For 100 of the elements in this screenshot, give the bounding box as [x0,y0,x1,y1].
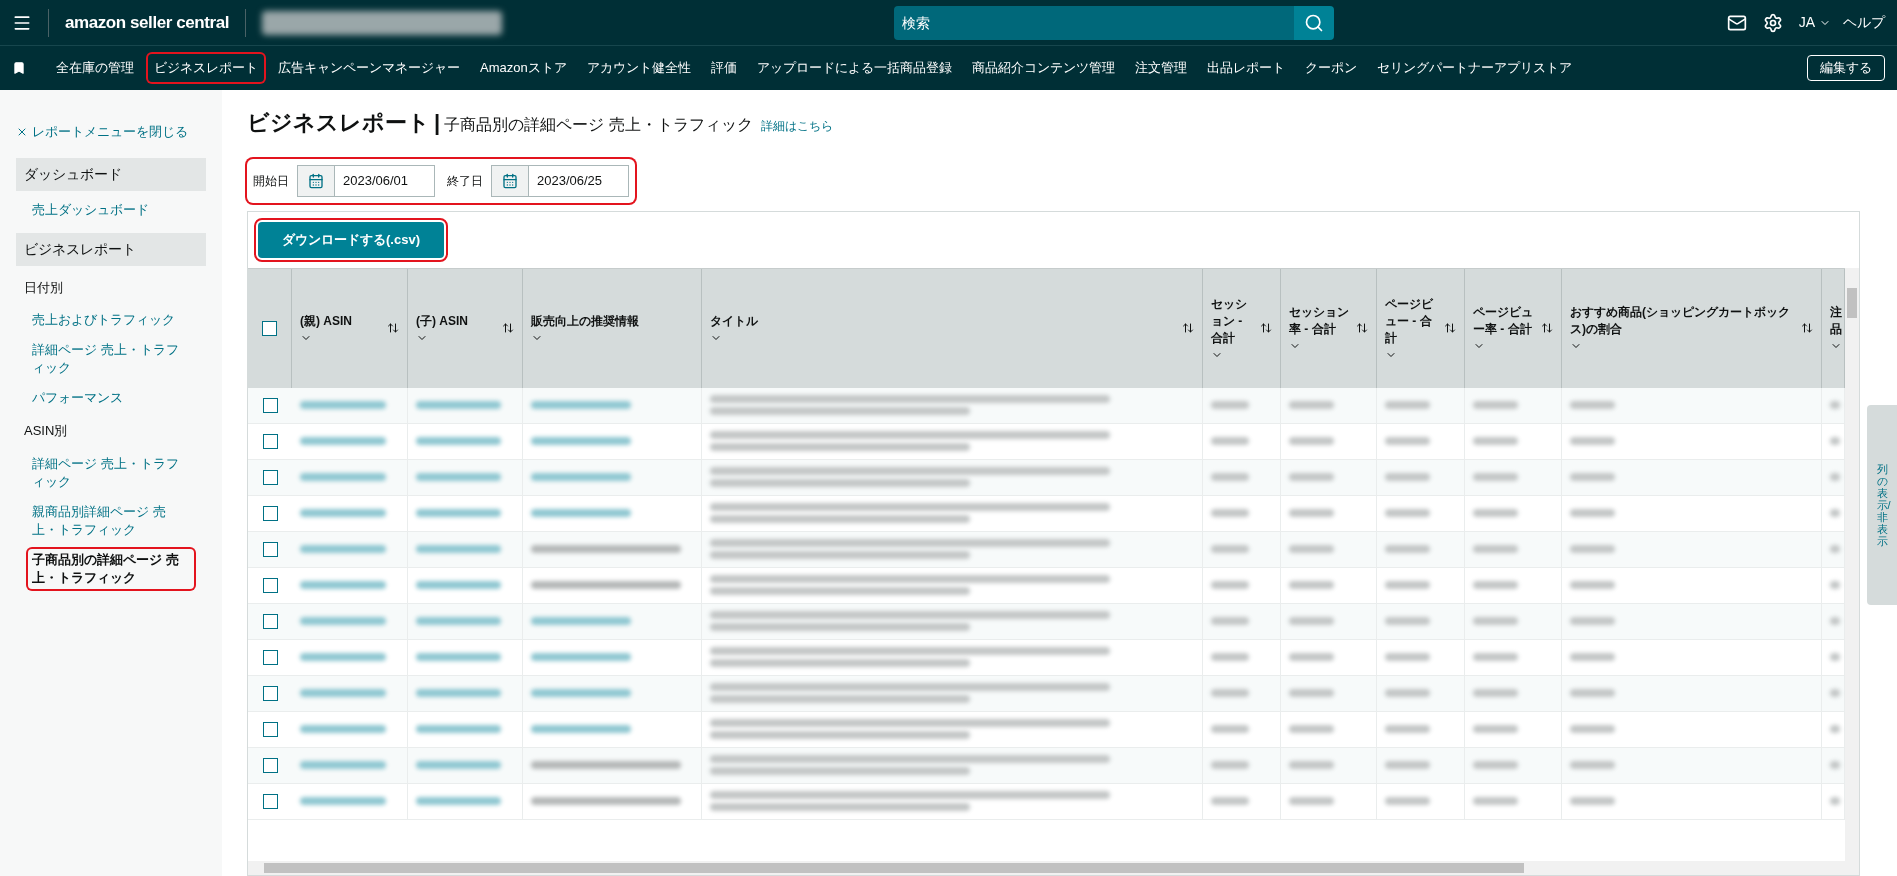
sort-icon[interactable] [387,322,399,334]
sort-icon[interactable] [1801,322,1813,334]
sort-icon[interactable] [1356,322,1368,334]
settings-icon[interactable] [1762,12,1783,33]
help-link[interactable]: ヘルプ [1843,12,1885,33]
title-separator: | [434,109,441,137]
blurred-text [1211,581,1249,589]
blurred-text [1830,401,1840,409]
calendar-button[interactable] [491,165,529,197]
nav-item[interactable]: ビジネスレポート [148,54,264,82]
blurred-text [1289,545,1334,553]
sidebar-group-label: 日付別 [23,278,64,297]
sort-icon[interactable] [1444,322,1456,334]
sidebar-item[interactable]: 子商品別の詳細ページ 売上・トラフィック [28,548,194,589]
sidebar-item[interactable]: パフォーマンス [28,387,194,409]
blurred-text [1570,545,1615,553]
search-button[interactable] [1294,5,1335,40]
horizontal-scrollbar[interactable] [248,861,1859,875]
close-menu-link[interactable]: レポートメニューを閉じる [16,122,206,142]
blurred-text [1830,509,1840,517]
blurred-text [1211,401,1249,409]
blurred-text [1385,653,1430,661]
row-checkbox[interactable] [262,685,278,701]
sort-icon[interactable] [1541,322,1553,334]
nav-item[interactable]: セリングパートナーアプリストア [1370,54,1578,82]
blurred-text [1289,653,1334,661]
calendar-icon [502,173,518,189]
language-selector[interactable]: JA [1798,12,1831,33]
vertical-scrollbar[interactable] [1845,267,1859,861]
column-header[interactable]: (親) ASIN [292,268,408,388]
column-header[interactable]: ページビュー - 合計 [1377,268,1465,388]
blurred-text [1830,725,1840,733]
nav-item[interactable]: クーポン [1298,54,1363,82]
row-checkbox[interactable] [262,649,278,665]
row-checkbox[interactable] [262,613,278,629]
row-checkbox[interactable] [262,793,278,809]
row-checkbox[interactable] [262,577,278,593]
row-checkbox[interactable] [262,397,278,413]
logo[interactable]: amazon seller central [65,9,229,36]
nav-item[interactable]: 注文管理 [1128,54,1193,82]
column-header[interactable]: セッション率 - 合計 [1281,268,1377,388]
row-checkbox[interactable] [262,433,278,449]
search-icon [1304,12,1325,33]
sidebar-item[interactable]: 親商品別詳細ページ 売上・トラフィック [28,500,194,541]
sidebar-item[interactable]: 詳細ページ 売上・トラフィック [28,339,194,379]
column-header[interactable]: 販売向上の推奨情報 [523,268,702,388]
row-checkbox[interactable] [262,541,278,557]
calendar-button[interactable] [297,165,335,197]
end-date-field[interactable]: 2023/06/25 [529,165,629,197]
nav-item[interactable]: 広告キャンペーンマネージャー [272,54,466,82]
nav-item[interactable]: アカウント健全性 [580,54,697,82]
blurred-text [1473,725,1518,733]
column-header[interactable]: ページビュー率 - 合計 [1465,268,1562,388]
details-link[interactable]: 詳細はこちら [760,117,833,135]
search-field[interactable]: 検索 [894,5,1295,40]
column-header[interactable]: セッション - 合計 [1203,268,1281,388]
sort-icon[interactable] [1260,322,1272,334]
blurred-text [1385,617,1430,625]
bookmark-icon[interactable] [12,61,26,75]
nav-item[interactable]: 商品紹介コンテンツ管理 [965,54,1121,82]
blurred-text [1570,725,1615,733]
column-header[interactable]: おすすめ商品(ショッピングカートボックス)の割合 [1562,268,1822,388]
nav-item[interactable]: 全在庫の管理 [50,54,140,82]
start-date-field[interactable]: 2023/06/01 [335,165,435,197]
blurred-text [1473,545,1518,553]
row-checkbox[interactable] [262,757,278,773]
sort-icon[interactable] [1182,322,1194,334]
sidebar-item[interactable]: 売上ダッシュボード [28,198,194,221]
blurred-text [1385,473,1430,481]
blurred-text [1473,617,1518,625]
nav-item[interactable]: アップロードによる一括商品登録 [750,54,958,82]
column-toggle-tab[interactable]: 列の表示/非表示 [1867,405,1897,605]
blurred-text [1473,509,1518,517]
blurred-text [1570,761,1615,769]
row-checkbox[interactable] [262,469,278,485]
edit-button[interactable]: 編集する [1807,55,1885,81]
blurred-text [1289,617,1334,625]
blurred-text [1211,761,1249,769]
column-header[interactable]: タイトル [702,268,1203,388]
end-date-label: 終了日 [447,173,483,190]
blurred-text [1570,437,1615,445]
column-header[interactable]: (子) ASIN [408,268,523,388]
blurred-text [1289,581,1334,589]
blurred-text [1289,437,1334,445]
blurred-text [1211,473,1249,481]
row-checkbox[interactable] [262,505,278,521]
select-all-checkbox[interactable] [262,320,277,336]
sidebar-item[interactable]: 詳細ページ 売上・トラフィック [28,452,194,493]
nav-item[interactable]: 出品レポート [1200,54,1291,82]
blurred-text [1830,689,1840,697]
sidebar-item[interactable]: 売上およびトラフィック [28,309,194,331]
nav-item[interactable]: Amazonストア [474,54,573,82]
blurred-text [1211,797,1249,805]
blurred-text [1473,473,1518,481]
sidebar-section-header: ダッシュボード [16,157,206,191]
nav-item[interactable]: 評価 [704,54,743,82]
sort-icon[interactable] [502,322,514,334]
blurred-text [1385,689,1430,697]
row-checkbox[interactable] [262,721,278,737]
blurred-text [1830,437,1840,445]
